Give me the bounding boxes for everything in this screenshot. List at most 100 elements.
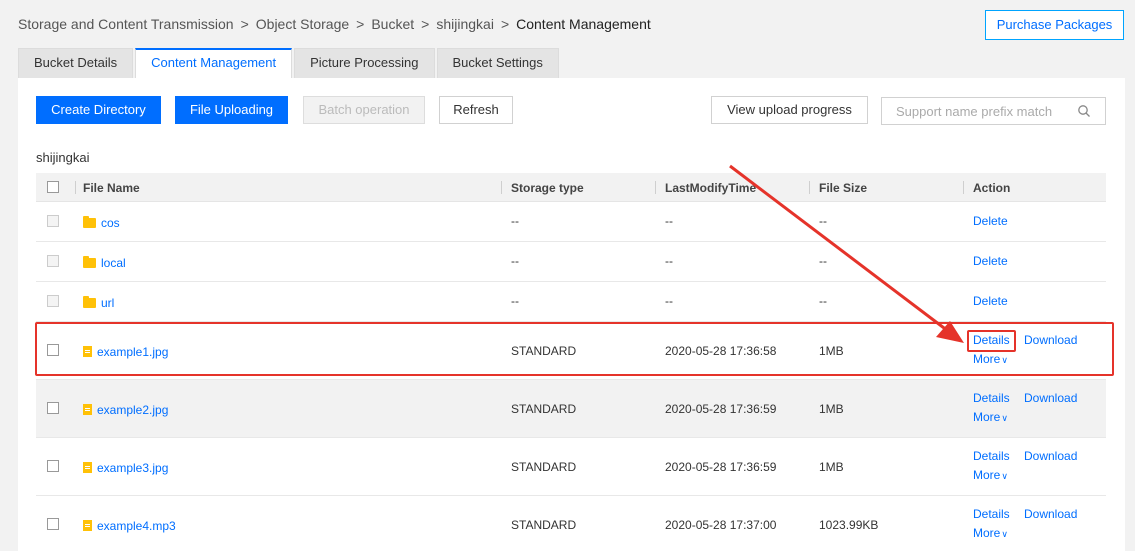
more-label: More: [973, 410, 1001, 424]
table-header: File Name Storage type LastModifyTime Fi…: [36, 173, 1106, 202]
more-dropdown[interactable]: More∨: [973, 468, 1008, 482]
breadcrumb-separator: >: [356, 16, 365, 32]
chevron-down-icon: ∨: [1001, 355, 1008, 365]
file-size: 1MB: [819, 344, 844, 358]
file-icon: [83, 462, 92, 473]
more-label: More: [973, 468, 1001, 482]
file-icon: [83, 404, 92, 415]
file-size: --: [819, 294, 827, 308]
purchase-packages-button[interactable]: Purchase Packages: [985, 10, 1124, 40]
folder-icon: [83, 296, 96, 308]
column-divider: [655, 181, 656, 194]
select-all-checkbox[interactable]: [47, 181, 59, 193]
download-link[interactable]: Download: [1024, 391, 1077, 405]
details-link[interactable]: Details: [973, 333, 1010, 347]
file-size: 1MB: [819, 402, 844, 416]
tab-bucket-details[interactable]: Bucket Details: [18, 48, 134, 78]
table-row: example4.mp3 STANDARD 2020-05-28 17:37:0…: [36, 496, 1106, 551]
table-row: example2.jpg STANDARD 2020-05-28 17:36:5…: [36, 380, 1106, 438]
storage-type: STANDARD: [511, 518, 577, 532]
storage-type: --: [511, 254, 519, 268]
table-row: local -- -- -- Delete: [36, 242, 1106, 282]
column-divider: [75, 181, 76, 194]
table-row: example1.jpg STANDARD 2020-05-28 17:36:5…: [36, 322, 1106, 380]
breadcrumb-item-storage[interactable]: Storage and Content Transmission: [18, 16, 234, 32]
last-modify-time: --: [665, 214, 673, 228]
download-link[interactable]: Download: [1024, 333, 1077, 347]
table-row: cos -- -- -- Delete: [36, 202, 1106, 242]
storage-type: STANDARD: [511, 460, 577, 474]
file-name-link[interactable]: url: [101, 296, 114, 310]
delete-link[interactable]: Delete: [973, 254, 1008, 268]
table-row: url -- -- -- Delete: [36, 282, 1106, 322]
row-checkbox[interactable]: [47, 460, 59, 472]
breadcrumb-item-object-storage[interactable]: Object Storage: [256, 16, 349, 32]
more-dropdown[interactable]: More∨: [973, 526, 1008, 540]
breadcrumb-separator: >: [240, 16, 249, 32]
details-link[interactable]: Details: [973, 449, 1010, 463]
more-dropdown[interactable]: More∨: [973, 410, 1008, 424]
download-link[interactable]: Download: [1024, 507, 1077, 521]
breadcrumb-separator: >: [421, 16, 430, 32]
details-link[interactable]: Details: [973, 507, 1010, 521]
file-name-link[interactable]: example3.jpg: [97, 461, 168, 475]
file-icon: [83, 520, 92, 531]
file-upload-button[interactable]: File Uploading: [175, 96, 288, 124]
column-header-storage-type[interactable]: Storage type: [511, 181, 584, 195]
breadcrumb: Storage and Content Transmission > Object …: [18, 16, 651, 32]
delete-link[interactable]: Delete: [973, 294, 1008, 308]
refresh-button[interactable]: Refresh: [439, 96, 513, 124]
column-header-action: Action: [973, 181, 1011, 195]
chevron-down-icon: ∨: [1001, 529, 1008, 539]
file-size: --: [819, 254, 827, 268]
row-checkbox[interactable]: [47, 518, 59, 530]
tab-bucket-settings[interactable]: Bucket Settings: [436, 48, 559, 78]
last-modify-time: 2020-05-28 17:36:59: [665, 460, 777, 474]
details-link[interactable]: Details: [973, 391, 1010, 405]
column-header-file-name[interactable]: File Name: [83, 181, 140, 195]
delete-link[interactable]: Delete: [973, 214, 1008, 228]
row-checkbox[interactable]: [47, 344, 59, 356]
search-icon[interactable]: [1077, 104, 1091, 118]
breadcrumb-item-bucket[interactable]: Bucket: [371, 16, 414, 32]
more-dropdown[interactable]: More∨: [973, 352, 1008, 366]
table-row: example3.jpg STANDARD 2020-05-28 17:36:5…: [36, 438, 1106, 496]
file-name-link[interactable]: local: [101, 256, 126, 270]
last-modify-time: --: [665, 254, 673, 268]
breadcrumb-current: Content Management: [516, 16, 651, 32]
file-name-link[interactable]: cos: [101, 216, 120, 230]
create-directory-button[interactable]: Create Directory: [36, 96, 161, 124]
row-checkbox[interactable]: [47, 402, 59, 414]
column-divider: [809, 181, 810, 194]
chevron-down-icon: ∨: [1001, 413, 1008, 423]
tab-bar: Bucket Details Content Management Pictur…: [18, 48, 561, 78]
search-input[interactable]: [896, 98, 1076, 124]
file-icon: [83, 346, 92, 357]
more-label: More: [973, 352, 1001, 366]
content-panel: Create Directory File Uploading Batch op…: [18, 78, 1125, 551]
tab-picture-processing[interactable]: Picture Processing: [294, 48, 435, 78]
file-size: 1MB: [819, 460, 844, 474]
storage-type: --: [511, 294, 519, 308]
more-label: More: [973, 526, 1001, 540]
file-name-link[interactable]: example4.mp3: [97, 519, 176, 533]
storage-type: STANDARD: [511, 344, 577, 358]
file-size: --: [819, 214, 827, 228]
column-divider: [501, 181, 502, 194]
column-header-file-size[interactable]: File Size: [819, 181, 867, 195]
column-header-last-modify-time[interactable]: LastModifyTime: [665, 181, 756, 195]
current-path: shijingkai: [36, 150, 90, 165]
tab-content-management[interactable]: Content Management: [135, 48, 293, 78]
last-modify-time: 2020-05-28 17:36:59: [665, 402, 777, 416]
view-upload-progress-button[interactable]: View upload progress: [711, 96, 868, 124]
breadcrumb-separator: >: [500, 16, 510, 32]
file-size: 1023.99KB: [819, 518, 879, 532]
breadcrumb-item-bucket-name[interactable]: shijingkai: [436, 16, 494, 32]
column-divider: [963, 181, 964, 194]
download-link[interactable]: Download: [1024, 449, 1077, 463]
file-name-link[interactable]: example1.jpg: [97, 345, 168, 359]
folder-icon: [83, 216, 96, 228]
storage-type: --: [511, 214, 519, 228]
file-name-link[interactable]: example2.jpg: [97, 403, 168, 417]
row-checkbox: [47, 255, 59, 267]
